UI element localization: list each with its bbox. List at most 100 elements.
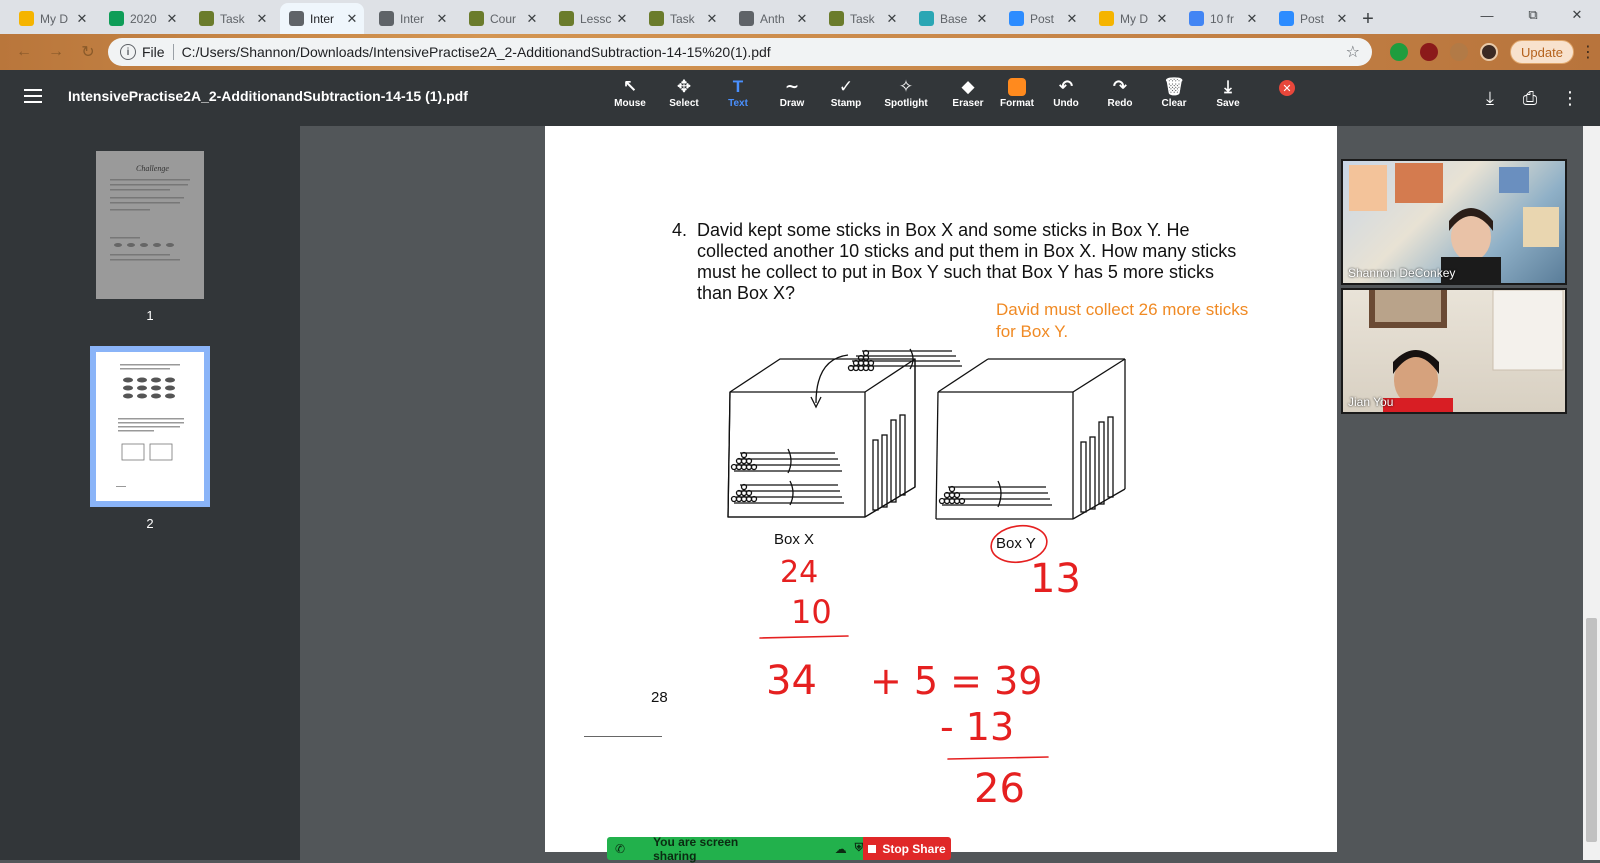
tool-eraser-button[interactable]: ◆ Eraser: [943, 76, 993, 120]
back-icon[interactable]: ←: [12, 40, 36, 64]
tool-undo-button[interactable]: ↶ Undo: [1041, 76, 1091, 120]
sidebar-menu-icon[interactable]: [24, 89, 42, 103]
tool-save-button[interactable]: ⤓ Save: [1203, 76, 1253, 120]
tab-close-icon[interactable]: ✕: [1245, 11, 1259, 27]
boxes-illustration: [727, 348, 1126, 520]
close-annotation-toolbar-icon[interactable]: ✕: [1279, 80, 1295, 96]
footer-rule: [584, 736, 662, 737]
page-thumbnail-1[interactable]: Challenge: [96, 151, 204, 299]
browser-tab[interactable]: Task ✕: [190, 3, 274, 34]
tab-close-icon[interactable]: ✕: [435, 11, 449, 27]
more-actions-icon[interactable]: ⋮: [1558, 86, 1582, 110]
zoom-icon: [1279, 11, 1294, 26]
browser-tab[interactable]: Post ✕: [1270, 3, 1354, 34]
browser-tab[interactable]: Inter ✕: [280, 3, 364, 34]
tab-close-icon[interactable]: ✕: [615, 11, 629, 27]
tool-mouse-button[interactable]: ↖ Mouse: [605, 76, 655, 120]
extension-puzzle-icon[interactable]: [1450, 43, 1468, 61]
move-icon: ✥: [676, 77, 692, 96]
tab-close-icon[interactable]: ✕: [1335, 11, 1349, 27]
forward-icon[interactable]: →: [44, 40, 68, 64]
tab-close-icon[interactable]: ✕: [885, 11, 899, 27]
shield-icon: ⛨: [854, 842, 863, 854]
tab-title: Lessc: [580, 11, 612, 26]
undo-icon: ↶: [1058, 77, 1074, 96]
thumbnail-sidebar: Challenge 1 2: [0, 126, 300, 860]
video-tile-1[interactable]: Shannon DeConkey: [1341, 159, 1567, 285]
tool-clear-button[interactable]: 🗑 Clear: [1149, 76, 1199, 120]
task-icon: [829, 11, 844, 26]
task-icon: [199, 11, 214, 26]
download-icon[interactable]: ⤓: [1478, 86, 1502, 110]
reload-icon[interactable]: ↻: [76, 40, 100, 64]
address-bar[interactable]: i File C:/Users/Shannon/Downloads/Intens…: [108, 38, 1372, 66]
tool-label: Redo: [1107, 98, 1133, 109]
tool-label: Spotlight: [884, 98, 928, 109]
zoom-icon: [1009, 11, 1024, 26]
browser-tab[interactable]: 10 fr ✕: [1180, 3, 1264, 34]
globe-icon: [289, 11, 304, 26]
close-window-icon[interactable]: ✕: [1554, 0, 1600, 30]
tab-close-icon[interactable]: ✕: [705, 11, 719, 27]
tab-title: Anth: [760, 11, 785, 26]
tab-close-icon[interactable]: ✕: [75, 11, 89, 27]
browser-tab[interactable]: Post ✕: [1000, 3, 1084, 34]
info-icon[interactable]: i: [120, 44, 136, 60]
browser-tab[interactable]: My D ✕: [10, 3, 94, 34]
text-icon: T: [732, 77, 744, 96]
browser-tab[interactable]: Inter ✕: [370, 3, 454, 34]
tab-close-icon[interactable]: ✕: [1065, 11, 1079, 27]
extension-green-icon[interactable]: [1390, 43, 1408, 61]
print-icon[interactable]: ⎙: [1518, 86, 1542, 110]
restore-icon[interactable]: ⧉: [1510, 0, 1556, 30]
cloud-icon: ☁: [834, 841, 847, 856]
tab-close-icon[interactable]: ✕: [165, 11, 179, 27]
browser-toolbar: ← → ↻ i File C:/Users/Shannon/Downloads/…: [0, 34, 1600, 70]
browser-tab[interactable]: Task ✕: [640, 3, 724, 34]
tool-label: Mouse: [614, 98, 646, 109]
participant-1-name: Shannon DeConkey: [1348, 266, 1456, 280]
tab-close-icon[interactable]: ✕: [345, 11, 359, 27]
tab-close-icon[interactable]: ✕: [1155, 11, 1169, 27]
tool-text-button[interactable]: T Text: [713, 76, 763, 120]
extension-ublock-icon[interactable]: [1420, 43, 1438, 61]
new-tab-button[interactable]: +: [1354, 5, 1382, 33]
video-tile-2[interactable]: Jian You: [1341, 288, 1567, 414]
tool-draw-button[interactable]: ∼ Draw: [767, 76, 817, 120]
hw-minus-13: - 13: [940, 705, 1014, 749]
tab-title: My D: [40, 11, 68, 26]
tool-label: Undo: [1053, 98, 1079, 109]
tool-select-button[interactable]: ✥ Select: [659, 76, 709, 120]
tab-title: My D: [1120, 11, 1148, 26]
tool-label: Format: [1000, 98, 1034, 109]
tool-spotlight-button[interactable]: ✧ Spotlight: [881, 76, 931, 120]
browser-menu-icon[interactable]: ⋮: [1580, 42, 1596, 62]
browser-tab[interactable]: Cour ✕: [460, 3, 544, 34]
update-button[interactable]: Update: [1510, 40, 1574, 64]
browser-tab[interactable]: Anth ✕: [730, 3, 814, 34]
scrollbar-thumb[interactable]: [1586, 618, 1597, 842]
tab-close-icon[interactable]: ✕: [525, 11, 539, 27]
tab-close-icon[interactable]: ✕: [975, 11, 989, 27]
tab-title: 2020: [130, 11, 157, 26]
tab-close-icon[interactable]: ✕: [795, 11, 809, 27]
browser-tab[interactable]: Task ✕: [820, 3, 904, 34]
tool-stamp-button[interactable]: ✓ Stamp: [821, 76, 871, 120]
browser-tab[interactable]: My D ✕: [1090, 3, 1174, 34]
tool-redo-button[interactable]: ↷ Redo: [1095, 76, 1145, 120]
minimize-icon[interactable]: —: [1464, 0, 1510, 30]
tool-format-button[interactable]: Format: [992, 76, 1042, 120]
browser-tab[interactable]: 2020 ✕: [100, 3, 184, 34]
bookmark-star-icon[interactable]: ☆: [1346, 42, 1360, 62]
browser-tab[interactable]: Lessc ✕: [550, 3, 634, 34]
thumbnail-1-content: Challenge: [96, 151, 204, 299]
trash-icon: 🗑: [1163, 77, 1185, 96]
tab-close-icon[interactable]: ✕: [255, 11, 269, 27]
page-thumbnail-2[interactable]: [90, 346, 210, 507]
profile-avatar[interactable]: [1480, 43, 1498, 61]
drive-icon: [1099, 11, 1114, 26]
participant-2-name: Jian You: [1348, 395, 1394, 409]
browser-tab[interactable]: Base ✕: [910, 3, 994, 34]
stop-share-button[interactable]: Stop Share: [863, 837, 951, 860]
tool-label: Stamp: [830, 98, 862, 109]
